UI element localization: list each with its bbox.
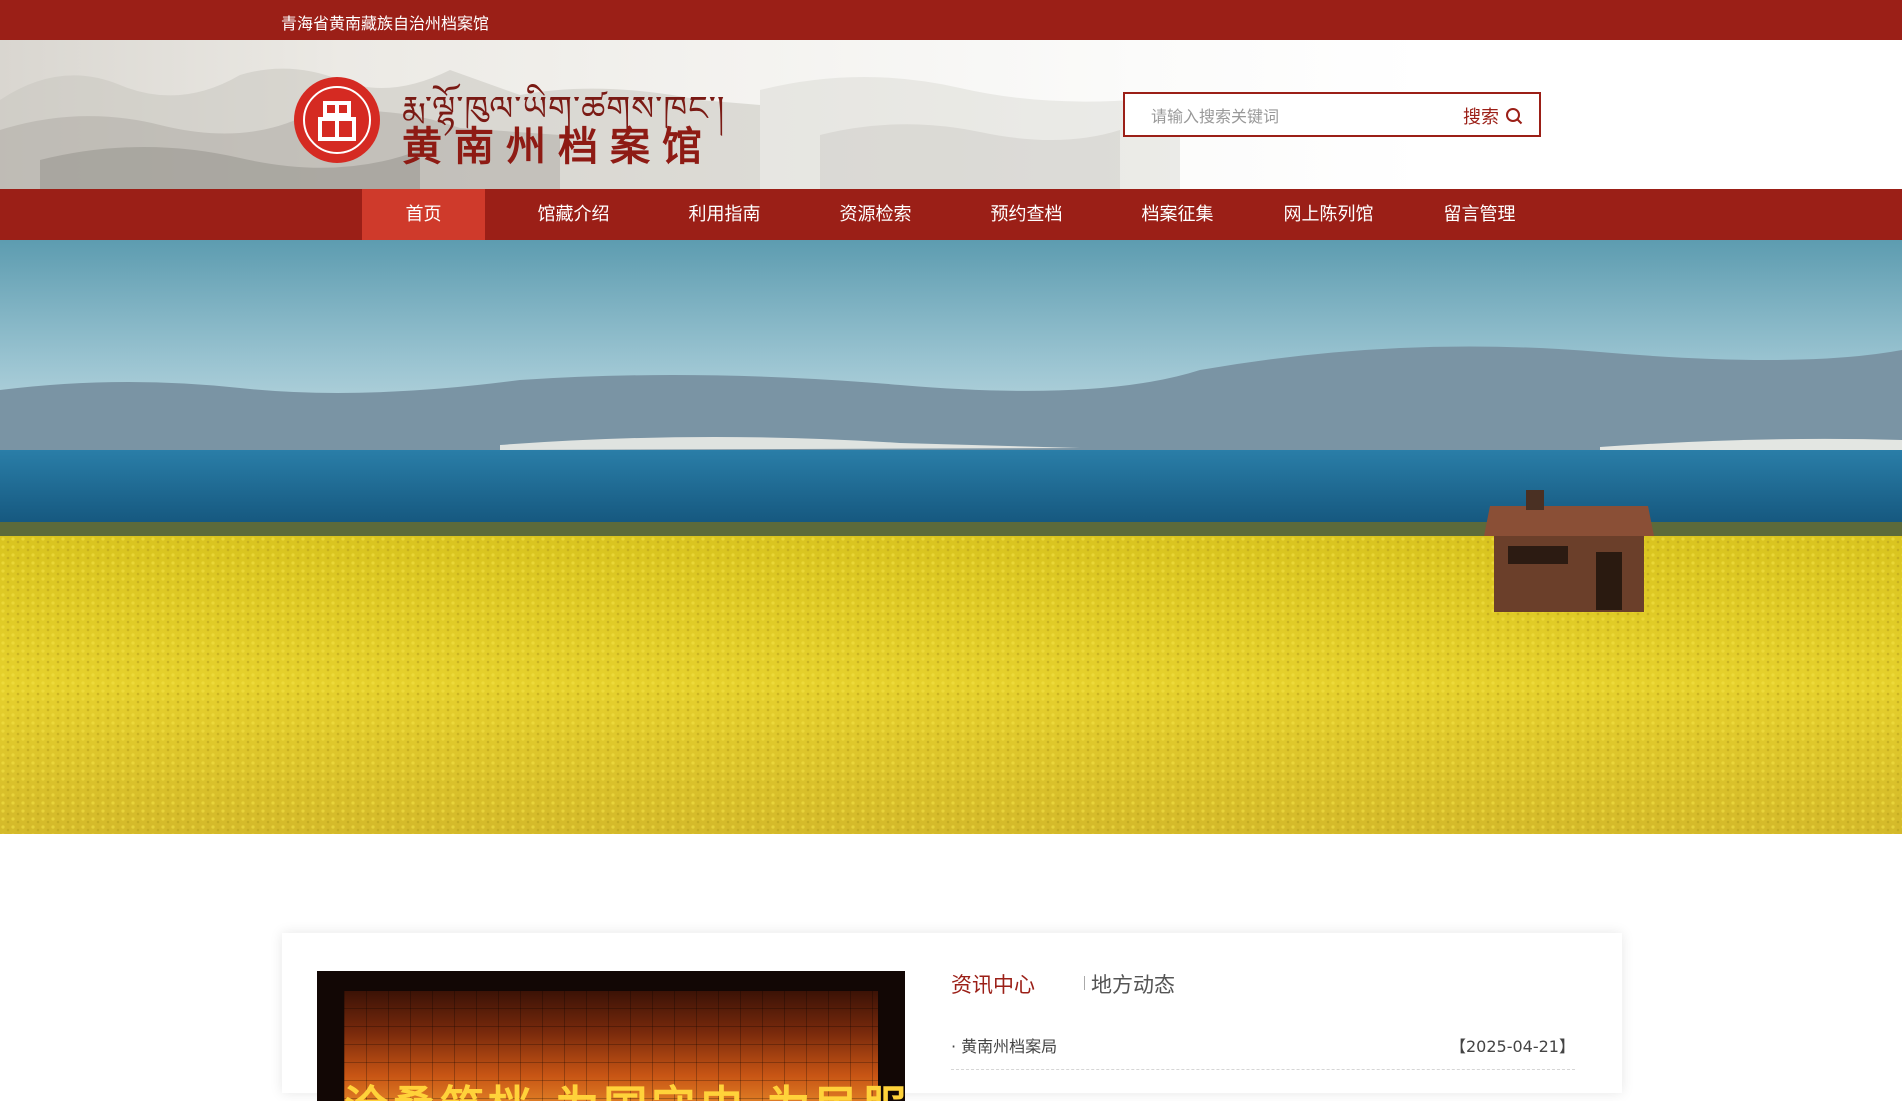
tab-news-center[interactable]: 资讯中心: [951, 969, 1035, 999]
logo-title: 黄南州档案馆: [402, 123, 714, 170]
nav-item-resource-search[interactable]: 资源检索: [814, 189, 937, 240]
nav-item-home[interactable]: 首页: [362, 189, 485, 240]
main-nav: 首页 馆藏介绍 利用指南 资源检索 预约查档 档案征集 网上陈列馆 留言管理: [0, 189, 1902, 240]
video-frame: 沧桑筑档 为国守史 为民服务: [344, 991, 905, 1101]
search-icon: [1506, 108, 1523, 125]
nav-item-collection[interactable]: 馆藏介绍: [512, 189, 635, 240]
nav-item-guide[interactable]: 利用指南: [663, 189, 786, 240]
news-section: 沧桑筑档 为国守史 为民服务 资讯中心 地方动态 · 黄南州档案局 【2025-…: [282, 933, 1622, 1101]
banner-cabin: [1484, 490, 1654, 612]
video-caption: 沧桑筑档 为国守史 为民服务: [344, 1071, 905, 1101]
news-date: 【2025-04-21】: [1450, 1037, 1575, 1056]
nav-item-appointment[interactable]: 预约查档: [965, 189, 1088, 240]
video-thumbnail[interactable]: 沧桑筑档 为国守史 为民服务: [317, 971, 905, 1101]
header-mountain-painting: [0, 68, 1180, 189]
hero-banner: [0, 240, 1902, 834]
search-input[interactable]: [1149, 104, 1453, 128]
search-button-label: 搜索: [1463, 107, 1499, 128]
nav-item-collecting[interactable]: 档案征集: [1116, 189, 1239, 240]
archive-seal-logo: [294, 77, 380, 163]
nav-item-messages[interactable]: 留言管理: [1418, 189, 1541, 240]
news-list-item[interactable]: · 黄南州档案局 【2025-04-21】: [951, 1033, 1575, 1070]
top-bar: 青海省黄南藏族自治州档案馆: [0, 0, 1902, 40]
header: རྨ་ལྷོ་ཁུལ་ཡིག་ཚགས་ཁང་། 黄南州档案馆 搜索: [0, 40, 1902, 189]
banner-landscape-image: [0, 240, 1902, 834]
news-title: · 黄南州档案局: [951, 1037, 1058, 1056]
search-box: 搜索: [1123, 92, 1541, 137]
nav-item-online-exhibition[interactable]: 网上陈列馆: [1267, 189, 1390, 240]
tab-separator: [1084, 976, 1085, 990]
org-name: 青海省黄南藏族自治州档案馆: [281, 14, 490, 33]
search-button[interactable]: 搜索: [1463, 103, 1523, 129]
tab-local-news[interactable]: 地方动态: [1091, 969, 1175, 999]
